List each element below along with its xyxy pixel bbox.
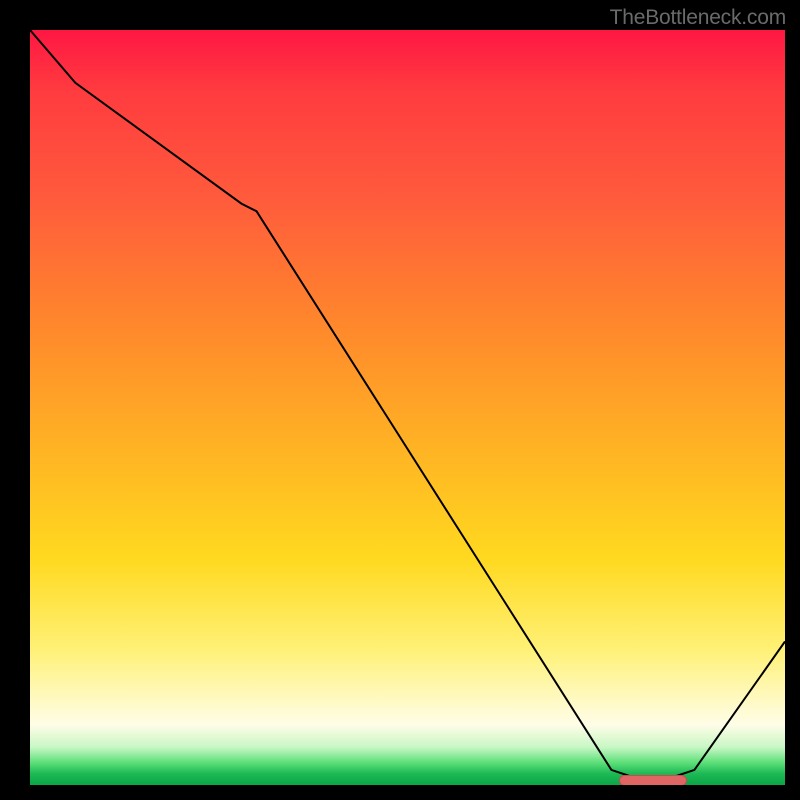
bottleneck-curve [30, 30, 785, 778]
chart-frame: TheBottleneck.com [0, 0, 800, 800]
curve-layer [30, 30, 785, 785]
optimal-range-marker [619, 775, 687, 785]
plot-area [30, 30, 785, 785]
watermark-text: TheBottleneck.com [610, 6, 786, 30]
